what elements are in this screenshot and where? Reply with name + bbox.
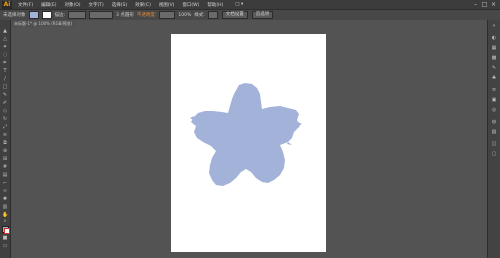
width-tool-icon[interactable]: ≋ bbox=[2, 133, 8, 138]
perspective-grid-icon[interactable]: ⊞ bbox=[2, 157, 8, 162]
style-swatch[interactable] bbox=[207, 11, 218, 19]
scale-tool-icon[interactable]: ⤢ bbox=[2, 125, 8, 130]
fill-swatch[interactable] bbox=[28, 11, 39, 19]
menu-select[interactable]: 选择(S) bbox=[112, 2, 127, 8]
window-controls: – □ × bbox=[471, 0, 498, 9]
color-panel-icon[interactable]: ◐ bbox=[491, 36, 497, 41]
graphic-styles-icon[interactable]: ▧ bbox=[491, 130, 497, 135]
line-tool-icon[interactable]: / bbox=[2, 77, 8, 82]
brushes-panel-icon[interactable]: ✎ bbox=[491, 66, 497, 71]
style-label: 样式: bbox=[194, 13, 205, 18]
control-bar: 未选择对象 描边: 3 点圆形 不透明度: 100% 样式: 文档设置 首选项 bbox=[0, 9, 500, 20]
collapse-panels-icon[interactable]: » bbox=[491, 24, 497, 29]
layers-panel-icon[interactable]: ◫ bbox=[491, 142, 497, 147]
tab-document[interactable]: 未标题-1* @ 100% (RGB/预览) bbox=[11, 20, 76, 27]
graph-tool-icon[interactable]: ▥ bbox=[2, 205, 8, 210]
selection-status: 未选择对象 bbox=[3, 13, 26, 18]
color-modes-icon[interactable]: ■ bbox=[2, 236, 8, 241]
document-tabs: 未标题-1* @ 100% (RGB/预览) bbox=[11, 20, 76, 27]
symbols-panel-icon[interactable]: ♣ bbox=[491, 76, 497, 81]
gradient-panel-icon[interactable]: ▣ bbox=[491, 98, 497, 103]
swatches-panel-icon[interactable]: ▩ bbox=[491, 56, 497, 61]
rotate-tool-icon[interactable]: ↻ bbox=[2, 117, 8, 122]
appearance-panel-icon[interactable]: ◍ bbox=[491, 120, 497, 125]
menu-help[interactable]: 帮助(H) bbox=[207, 2, 223, 8]
selection-tool-icon[interactable]: ▲ bbox=[2, 29, 8, 34]
menu-effect[interactable]: 效果(C) bbox=[135, 2, 151, 8]
menu-type[interactable]: 文字(T) bbox=[89, 2, 104, 8]
type-tool-icon[interactable]: T bbox=[2, 69, 8, 74]
tools-panel: ▲ △ ✦ ◌ ✒ T / □ ✎ ✐ ◇ ↻ ⤢ ≋ ⧉ ⊕ ⊞ # ▤ ⌐ … bbox=[0, 20, 11, 258]
pen-tool-icon[interactable]: ✒ bbox=[2, 61, 8, 66]
mode-button[interactable]: □ ▾ bbox=[235, 2, 243, 7]
minimize-icon[interactable]: – bbox=[471, 1, 480, 8]
menu-list: 文件(F) 编辑(E) 对象(O) 文字(T) 选择(S) 效果(C) 视图(V… bbox=[18, 2, 231, 8]
zoom-tool-icon[interactable]: ⌕ bbox=[2, 219, 8, 224]
mesh-tool-icon[interactable]: # bbox=[2, 165, 8, 170]
menu-edit[interactable]: 编辑(E) bbox=[41, 2, 56, 8]
free-transform-icon[interactable]: ⧉ bbox=[2, 141, 8, 146]
opacity-field[interactable] bbox=[159, 11, 176, 19]
stroke-weight-field[interactable] bbox=[68, 11, 87, 19]
menu-view[interactable]: 视图(V) bbox=[159, 2, 175, 8]
variable-width-select[interactable] bbox=[89, 11, 114, 19]
pencil-icon[interactable]: ✐ bbox=[2, 101, 8, 106]
menu-object[interactable]: 对象(O) bbox=[64, 2, 80, 8]
symbol-sprayer-icon[interactable]: ✺ bbox=[2, 197, 8, 202]
transparency-panel-icon[interactable]: ◎ bbox=[491, 108, 497, 113]
direct-selection-tool-icon[interactable]: △ bbox=[2, 37, 8, 42]
opacity-label[interactable]: 不透明度: bbox=[137, 12, 157, 18]
paintbrush-icon[interactable]: ✎ bbox=[2, 93, 8, 98]
stroke-color-icon[interactable] bbox=[4, 228, 10, 234]
blend-tool-icon[interactable]: ∞ bbox=[2, 189, 8, 194]
magic-wand-icon[interactable]: ✦ bbox=[2, 45, 8, 50]
lasso-icon[interactable]: ◌ bbox=[2, 53, 8, 58]
stroke-label: 描边: bbox=[54, 13, 66, 18]
color-guide-icon[interactable]: ▦ bbox=[491, 46, 497, 51]
eyedropper-icon[interactable]: ⌐ bbox=[2, 181, 8, 186]
menu-bar: Ai 文件(F) 编辑(E) 对象(O) 文字(T) 选择(S) 效果(C) 视… bbox=[0, 0, 500, 9]
artboards-panel-icon[interactable]: ▢ bbox=[491, 152, 497, 157]
gradient-tool-icon[interactable]: ▤ bbox=[2, 173, 8, 178]
opacity-value: 100% bbox=[178, 12, 192, 18]
flower-shape[interactable] bbox=[190, 82, 302, 188]
stroke-panel-icon[interactable]: ≡ bbox=[491, 88, 497, 93]
menu-file[interactable]: 文件(F) bbox=[18, 2, 33, 8]
maximize-icon[interactable]: □ bbox=[480, 1, 489, 8]
screen-mode-icon[interactable]: ▭ bbox=[2, 244, 8, 249]
brush-select[interactable]: 3 点圆形 bbox=[116, 12, 134, 18]
document-setup-button[interactable]: 文档设置 bbox=[221, 11, 248, 19]
preferences-button[interactable]: 首选项 bbox=[251, 11, 274, 19]
right-panel-dock: » ◐ ▦ ▩ ✎ ♣ ≡ ▣ ◎ ◍ ▧ ◫ ▢ bbox=[487, 20, 500, 258]
menu-window[interactable]: 窗口(W) bbox=[182, 2, 199, 8]
stroke-swatch[interactable] bbox=[41, 11, 52, 19]
close-icon[interactable]: × bbox=[489, 1, 498, 8]
shape-builder-icon[interactable]: ⊕ bbox=[2, 149, 8, 154]
app-logo: Ai bbox=[2, 0, 12, 9]
eraser-icon[interactable]: ◇ bbox=[2, 109, 8, 114]
rectangle-tool-icon[interactable]: □ bbox=[2, 85, 8, 90]
